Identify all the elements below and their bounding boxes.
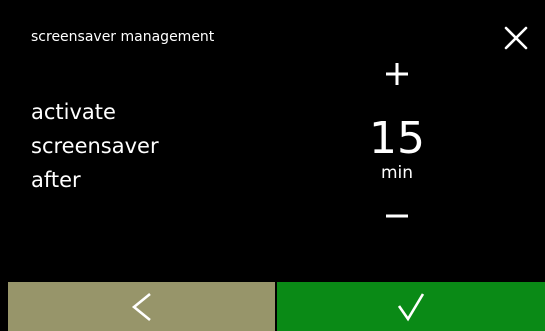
decrease-button[interactable] [376,198,418,234]
setting-label-line-2: screensaver [31,134,159,158]
setting-label: activate screensaver after [31,95,159,197]
confirm-button[interactable] [277,282,545,331]
screensaver-screen: screensaver management activate screensa… [0,0,545,331]
footer-bar [0,282,545,331]
back-button[interactable] [8,282,275,331]
setting-label-line-3: after [31,168,81,192]
chevron-left-icon [131,292,151,321]
close-button[interactable] [501,23,531,53]
increase-button[interactable] [376,56,418,92]
minus-icon [386,214,408,218]
setting-value: 15 [369,113,425,164]
plus-icon [386,63,408,85]
setting-unit: min [380,163,414,183]
page-title: screensaver management [31,29,215,45]
setting-label-line-1: activate [31,100,116,124]
close-icon [504,26,528,50]
checkmark-icon [397,292,425,321]
